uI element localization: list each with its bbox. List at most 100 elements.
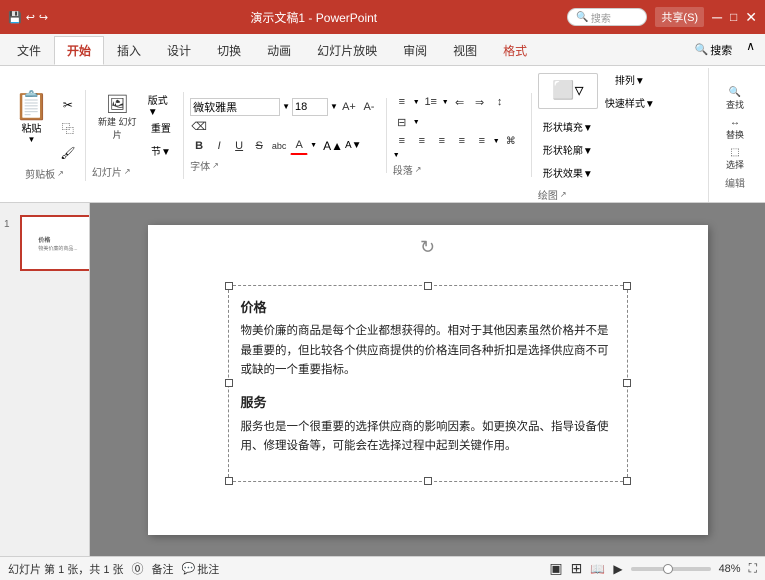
underline-button[interactable]: U — [230, 137, 248, 155]
reading-view-button[interactable]: 📖 — [590, 562, 605, 576]
columns-button[interactable]: ⊟ — [393, 113, 411, 131]
ribbon-collapse[interactable]: ∧ — [740, 34, 761, 65]
copy-button[interactable]: ⿻ — [57, 118, 79, 140]
quick-styles-button[interactable]: 快速样式▼ — [602, 91, 658, 113]
tab-home[interactable]: 开始 — [54, 36, 104, 65]
paste-button[interactable]: 📋 粘贴 ▼ — [10, 90, 53, 146]
tab-insert[interactable]: 插入 — [104, 36, 154, 65]
shape-outline-button[interactable]: 形状轮廓▼ — [540, 138, 596, 160]
maximize-button[interactable]: □ — [730, 10, 737, 24]
notes-button[interactable]: 备注 — [152, 561, 174, 577]
close-button[interactable]: ✕ — [745, 9, 757, 26]
increase-indent-button[interactable]: ⇒ — [471, 93, 489, 111]
cut-button[interactable]: ✂ — [57, 94, 79, 116]
handle-top-left[interactable] — [225, 282, 233, 290]
bold-button[interactable]: B — [190, 137, 208, 155]
font-name-dropdown[interactable]: ▼ — [282, 102, 290, 111]
handle-middle-right[interactable] — [623, 379, 631, 387]
tab-design[interactable]: 设计 — [154, 36, 204, 65]
clipboard-expand-icon[interactable]: ↗ — [57, 169, 64, 178]
shape-fill-button[interactable]: 形状填充▼ — [540, 115, 596, 137]
text-content[interactable]: 价格 物美价廉的商品是每个企业都想获得的。相对于其他因素虽然价格并不是最重要的，… — [241, 298, 615, 457]
tab-view[interactable]: 视图 — [440, 36, 490, 65]
slides-expand-icon[interactable]: ↗ — [124, 167, 131, 176]
layout-button[interactable]: 版式▼ — [145, 94, 177, 116]
accessibility-icon[interactable]: ⓪ — [132, 560, 144, 577]
tab-format[interactable]: 格式 — [490, 36, 540, 65]
paragraph-expand-icon[interactable]: ↗ — [415, 165, 422, 174]
convert-smartart-dropdown[interactable]: ▼ — [393, 152, 400, 159]
normal-view-button[interactable]: ▣ — [549, 560, 562, 577]
justify-button[interactable]: ≡ — [453, 132, 471, 150]
redo-icon[interactable]: ↪ — [39, 11, 48, 24]
search-box[interactable]: 🔍 搜索 — [567, 8, 647, 26]
font-name-input[interactable] — [190, 98, 280, 116]
font-size-dropdown[interactable]: ▼ — [330, 102, 338, 111]
selection-box[interactable]: 价格 物美价廉的商品是每个企业都想获得的。相对于其他因素虽然价格并不是最重要的，… — [228, 285, 628, 482]
paste-dropdown-icon[interactable]: ▼ — [27, 135, 35, 144]
ribbon-search[interactable]: 🔍 搜索 — [687, 34, 741, 65]
drawing-expand-icon[interactable]: ↗ — [560, 190, 567, 199]
align-center-button[interactable]: ≡ — [413, 132, 431, 150]
handle-bottom-center[interactable] — [424, 477, 432, 485]
find-button[interactable]: 🔍 查找 — [715, 85, 755, 113]
font-size-increase-btn[interactable]: A▲ — [323, 139, 343, 153]
convert-smartart-button[interactable]: ⌘ — [502, 132, 520, 150]
shapes-panel[interactable]: ⬜▿ — [538, 73, 598, 109]
section-button[interactable]: 节▼ — [145, 140, 177, 162]
rotate-handle[interactable]: ↻ — [420, 237, 435, 258]
replace-button[interactable]: ↔ 替换 — [715, 115, 755, 143]
shape-effects-button[interactable]: 形状效果▼ — [540, 161, 596, 183]
save-icon[interactable]: 💾 — [8, 11, 22, 24]
font-size-decrease-btn[interactable]: A▼ — [345, 140, 362, 151]
increase-font-button[interactable]: A+ — [340, 98, 358, 116]
slideshow-button[interactable]: ▶ — [613, 562, 622, 576]
slide-thumbnail[interactable]: 价格 物美价廉的商品... — [20, 215, 90, 271]
zoom-slider[interactable] — [631, 567, 711, 571]
zoom-thumb[interactable] — [663, 564, 673, 574]
tab-animations[interactable]: 动画 — [254, 36, 304, 65]
tab-slideshow[interactable]: 幻灯片放映 — [304, 36, 390, 65]
font-color-button[interactable]: A — [290, 137, 308, 155]
font-size-input[interactable] — [292, 98, 328, 116]
fit-screen-button[interactable]: ⛶ — [749, 561, 757, 576]
align-text-button[interactable]: ≡ — [473, 132, 491, 150]
align-right-button[interactable]: ≡ — [433, 132, 451, 150]
slide-sorter-button[interactable]: ⊞ — [571, 560, 583, 577]
handle-middle-left[interactable] — [225, 379, 233, 387]
comments-button[interactable]: 💬 批注 — [182, 561, 220, 577]
bullets-button[interactable]: ≡ — [393, 93, 411, 111]
italic-button[interactable]: I — [210, 137, 228, 155]
tab-review[interactable]: 审阅 — [390, 36, 440, 65]
minimize-button[interactable]: ─ — [712, 9, 722, 25]
handle-bottom-left[interactable] — [225, 477, 233, 485]
arrange-button[interactable]: 排列▼ — [602, 68, 658, 90]
line-spacing-button[interactable]: ↕ — [491, 93, 509, 111]
tab-transitions[interactable]: 切换 — [204, 36, 254, 65]
slide-canvas[interactable]: ↻ 价格 物美价廉的商品是每个企业都想获得的。相对于其他因素 — [148, 225, 708, 535]
handle-bottom-right[interactable] — [623, 477, 631, 485]
strikethrough-button[interactable]: S — [250, 137, 268, 155]
reset-button[interactable]: 重置 — [145, 117, 177, 139]
share-button[interactable]: 共享(S) — [655, 7, 704, 27]
text-box-container[interactable]: 价格 物美价廉的商品是每个企业都想获得的。相对于其他因素虽然价格并不是最重要的，… — [228, 285, 628, 482]
bullets-dropdown[interactable]: ▼ — [413, 99, 420, 106]
clear-format-button[interactable]: ⌫ — [190, 118, 208, 136]
font-color-dropdown[interactable]: ▼ — [310, 142, 317, 149]
decrease-indent-button[interactable]: ⇐ — [451, 93, 469, 111]
decrease-font-button[interactable]: A- — [360, 98, 378, 116]
align-left-button[interactable]: ≡ — [393, 132, 411, 150]
quick-access-toolbar[interactable]: 💾 ↩ ↪ — [8, 11, 48, 24]
numbering-button[interactable]: 1≡ — [422, 93, 440, 111]
select-button[interactable]: ⬚ 选择 — [715, 145, 755, 173]
handle-top-right[interactable] — [623, 282, 631, 290]
handle-top-center[interactable] — [424, 282, 432, 290]
new-slide-button[interactable]: 🖼 新建 幻灯片 — [92, 92, 143, 162]
columns-dropdown[interactable]: ▼ — [413, 119, 420, 126]
align-text-dropdown[interactable]: ▼ — [493, 138, 500, 145]
numbering-dropdown[interactable]: ▼ — [442, 99, 449, 106]
tab-file[interactable]: 文件 — [4, 36, 54, 65]
shadow-button[interactable]: abc — [270, 137, 288, 155]
font-expand-icon[interactable]: ↗ — [212, 161, 219, 170]
undo-icon[interactable]: ↩ — [26, 11, 35, 24]
